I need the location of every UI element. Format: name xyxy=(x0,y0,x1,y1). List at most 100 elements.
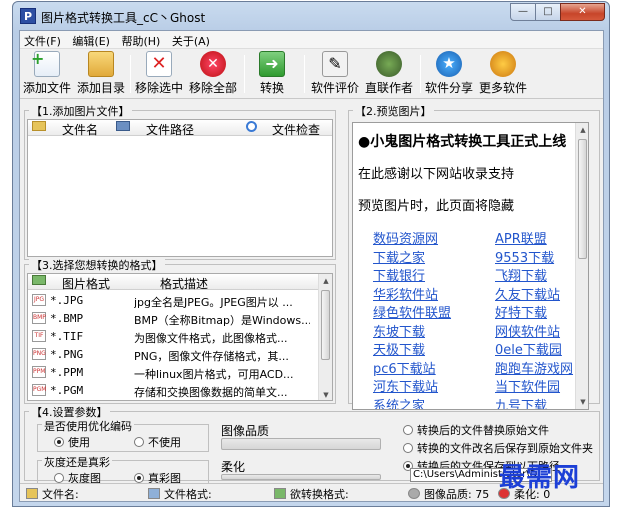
share-button[interactable]: ★ 软件分享 xyxy=(424,51,474,97)
format-group-label: 【3.选择您想转换的格式】 xyxy=(29,257,165,273)
status-quality-text: 图像品质: 75 xyxy=(424,488,490,501)
status-target-text: 欲转换格式: xyxy=(290,488,349,501)
site-link[interactable]: 当下软件园 xyxy=(495,376,560,395)
folder-icon xyxy=(32,121,46,131)
site-link[interactable]: 九号下载 xyxy=(495,395,547,410)
format-row[interactable]: PPM *.PPM 一种linux图片格式，可用ACD... xyxy=(28,363,332,381)
preview-scroll-thumb[interactable] xyxy=(578,139,587,259)
file-type-icon: BMP xyxy=(32,312,46,324)
site-link[interactable]: 9553下载 xyxy=(495,247,554,266)
site-link[interactable]: 久友下载站 xyxy=(495,284,560,303)
format-desc: BMP（全称Bitmap）是Windows... xyxy=(134,314,310,327)
format-desc: 一种linux图片格式，可用ACD... xyxy=(134,368,294,381)
site-link[interactable]: 河东下载站 xyxy=(373,376,438,395)
more-software-label: 更多软件 xyxy=(478,81,527,95)
more-software-button[interactable]: 更多软件 xyxy=(478,51,528,97)
use-radio[interactable] xyxy=(54,437,64,447)
use-option[interactable]: 使用 xyxy=(54,434,90,450)
format-ext: *.PPM xyxy=(50,366,84,379)
format-desc: 为图像文件格式，此图像格式... xyxy=(134,332,288,345)
convert-button[interactable]: ➜ 转换 xyxy=(252,51,292,97)
not-use-option[interactable]: 不使用 xyxy=(134,434,181,450)
status-format: 文件格式: xyxy=(148,486,212,502)
scroll-down-icon[interactable]: ▼ xyxy=(319,388,332,400)
col-filecheck[interactable]: 文件检查 xyxy=(272,121,320,138)
site-link[interactable]: 数码资源网 xyxy=(373,228,438,247)
site-link[interactable]: 跑跑车游戏网 xyxy=(495,358,573,377)
format-row[interactable]: JPG *.JPG jpg全名是JPEG。JPEG图片以 ... xyxy=(28,291,332,309)
menu-edit[interactable]: 编辑(E) xyxy=(68,31,114,49)
site-link[interactable]: 网侠软件站 xyxy=(495,321,560,340)
format-desc: 存储和交换图像数据的简单文... xyxy=(134,386,288,399)
replace-option[interactable]: 转换后的文件替换原始文件 xyxy=(403,422,549,438)
menu-about[interactable]: 关于(A) xyxy=(168,31,214,49)
site-link[interactable]: 绿色软件联盟 xyxy=(373,302,451,321)
rate-button[interactable]: ✎ 软件评价 xyxy=(310,51,360,97)
site-link[interactable]: 下载之家 xyxy=(373,247,425,266)
site-link[interactable]: 飞翔下载 xyxy=(495,265,547,284)
add-dir-button[interactable]: 添加目录 xyxy=(76,51,126,97)
color-mode-label: 灰度还是真彩 xyxy=(42,454,112,470)
format-row[interactable]: TIF *.TIF 为图像文件格式，此图像格式... xyxy=(28,327,332,345)
format-list-header: 图片格式 格式描述 xyxy=(28,274,318,292)
format-row[interactable]: PNG *.PNG PNG，图像文件存储格式，其... xyxy=(28,345,332,363)
remove-selected-label: 移除选中 xyxy=(134,81,183,95)
preview-note: 预览图片时，此页面将隐藏 xyxy=(358,199,515,214)
remove-selected-button[interactable]: ✕ 移除选中 xyxy=(134,51,184,97)
format-ext: *.JPG xyxy=(50,294,84,307)
col-filename[interactable]: 文件名 xyxy=(62,121,98,138)
scroll-up-icon[interactable]: ▲ xyxy=(319,274,332,288)
preview-scroll-down-icon[interactable]: ▼ xyxy=(576,395,588,409)
replace-radio[interactable] xyxy=(403,425,413,435)
site-link[interactable]: 天极下载 xyxy=(373,339,425,358)
site-link[interactable]: APR联盟 xyxy=(495,228,547,247)
quality-slider[interactable] xyxy=(221,438,381,450)
rate-label: 软件评价 xyxy=(310,81,359,95)
remove-all-button[interactable]: ✕ 移除全部 xyxy=(188,51,238,97)
encode-group-label: 是否使用优化编码 xyxy=(42,418,134,434)
use-label: 使用 xyxy=(68,436,90,449)
minimize-button[interactable]: — xyxy=(510,3,536,21)
remove-selected-icon: ✕ xyxy=(146,51,172,77)
menu-file[interactable]: 文件(F) xyxy=(20,31,65,49)
site-link[interactable]: 0ele下载园 xyxy=(495,339,562,358)
close-button[interactable]: ✕ xyxy=(560,3,605,21)
site-link[interactable]: 好特下载 xyxy=(495,302,547,321)
site-link[interactable]: 下载银行 xyxy=(373,265,425,284)
site-link[interactable]: pc6下载站 xyxy=(373,358,436,377)
format-list[interactable]: 图片格式 格式描述 JPG *.JPG jpg全名是JPEG。JPEG图片以 ...… xyxy=(27,273,333,401)
format-row[interactable]: BMP *.BMP BMP（全称Bitmap）是Windows... xyxy=(28,309,332,327)
add-file-button[interactable]: + 添加文件 xyxy=(22,49,72,97)
menu-help[interactable]: 帮助(H) xyxy=(117,31,164,49)
site-link[interactable]: 华彩软件站 xyxy=(373,284,438,303)
not-use-radio[interactable] xyxy=(134,437,144,447)
col-format[interactable]: 图片格式 xyxy=(62,275,110,292)
maximize-button[interactable]: □ xyxy=(535,3,561,21)
check-icon xyxy=(246,121,257,132)
add-files-group: 【1.添加图片文件】 文件名 文件路径 文件检查 xyxy=(24,103,336,260)
scroll-thumb[interactable] xyxy=(321,290,330,360)
format-row[interactable]: PGM *.PGM 存储和交换图像数据的简单文... xyxy=(28,381,332,399)
author-icon xyxy=(376,51,402,77)
preview-scroll-up-icon[interactable]: ▲ xyxy=(576,123,588,137)
color-radio[interactable] xyxy=(134,473,144,483)
format-row[interactable]: PBM*.PBMPBM格式由Jef Poskanzer在20... xyxy=(28,399,332,400)
soften-slider[interactable] xyxy=(221,474,381,480)
col-filepath[interactable]: 文件路径 xyxy=(146,121,194,138)
file-list[interactable]: 文件名 文件路径 文件检查 xyxy=(27,119,333,257)
preview-panel: ●小鬼图片格式转换工具正式上线 在此感谢以下网站收录支持 预览图片时，此页面将隐… xyxy=(352,122,589,410)
status-quality: 图像品质: 75 xyxy=(408,486,489,502)
format-list-scrollbar[interactable]: ▲ ▼ xyxy=(318,274,332,400)
rename-radio[interactable] xyxy=(403,443,413,453)
preview-scrollbar[interactable]: ▲ ▼ xyxy=(575,123,588,409)
status-filename-text: 文件名: xyxy=(42,488,79,501)
client-area: 文件(F) 编辑(E) 帮助(H) 关于(A) + 添加文件 添加目录 ✕ 移除… xyxy=(19,30,604,502)
contact-author-button[interactable]: 直联作者 xyxy=(364,51,414,97)
site-link[interactable]: 东坡下载 xyxy=(373,321,425,340)
gray-radio[interactable] xyxy=(54,473,64,483)
site-link[interactable]: 系统之家 xyxy=(373,395,425,410)
format-ext: *.PGM xyxy=(50,384,84,397)
not-use-label: 不使用 xyxy=(148,436,181,449)
rename-option[interactable]: 转换的文件改名后保存到原始文件夹 xyxy=(403,440,593,456)
col-description[interactable]: 格式描述 xyxy=(160,275,208,292)
